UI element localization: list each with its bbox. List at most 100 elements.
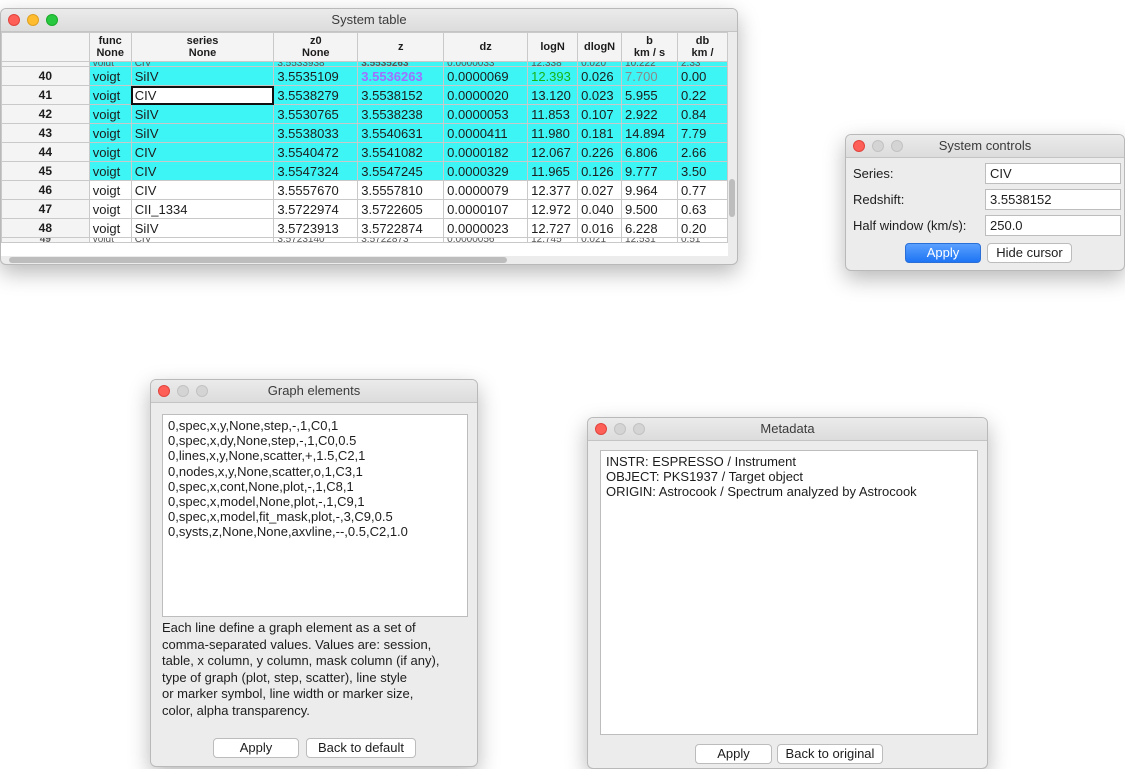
cell-logN[interactable]: 12.377 — [527, 180, 579, 200]
column-header-dz[interactable]: dz — [443, 32, 529, 62]
back-to-original-button[interactable]: Back to original — [777, 744, 883, 764]
cell-logN[interactable]: 12.727 — [527, 218, 579, 238]
cell-logN[interactable]: 11.965 — [527, 161, 579, 181]
cell-db[interactable]: 2.66 — [677, 142, 728, 162]
cell-z0[interactable]: 3.5722974 — [273, 199, 359, 219]
cell-series[interactable]: CIV — [130, 180, 275, 200]
cell-z[interactable]: 3.5722605 — [357, 199, 445, 219]
cell-b[interactable]: 6.228 — [621, 218, 678, 238]
close-icon[interactable] — [853, 140, 865, 152]
redshift-input[interactable] — [985, 189, 1121, 210]
cell-func[interactable]: voigt — [88, 66, 132, 86]
column-header-db[interactable]: db km / — [677, 32, 728, 62]
cell-func[interactable]: voigt — [88, 161, 132, 181]
cell-z0[interactable]: 3.5540472 — [273, 142, 359, 162]
cell-b[interactable]: 14.894 — [621, 123, 678, 143]
cell-logN[interactable]: 11.853 — [527, 104, 579, 124]
cell-db[interactable]: 0.77 — [677, 180, 728, 200]
cell-z0[interactable]: 3.5538033 — [273, 123, 359, 143]
graph-elements-textarea[interactable]: 0,spec,x,y,None,step,-,1,C0,1 0,spec,x,d… — [162, 414, 468, 617]
cell-func[interactable]: voigt — [88, 104, 132, 124]
cell-dlogN[interactable]: 0.026 — [577, 66, 623, 86]
apply-button[interactable]: Apply — [695, 744, 772, 764]
cell-dz[interactable]: 0.0000023 — [443, 218, 529, 238]
row-header[interactable]: 43 — [1, 123, 90, 143]
horizontal-scrollbar[interactable] — [9, 257, 507, 263]
cell-series[interactable]: SiIV — [130, 218, 275, 238]
cell-db[interactable]: 0.00 — [677, 66, 728, 86]
metadata-textarea[interactable]: INSTR: ESPRESSO / Instrument OBJECT: PKS… — [600, 450, 978, 735]
cell-logN[interactable]: 12.067 — [527, 142, 579, 162]
cell-series[interactable]: SiIV — [130, 123, 275, 143]
apply-button[interactable]: Apply — [905, 243, 981, 263]
cell-z0[interactable]: 3.5723913 — [273, 218, 359, 238]
cell-z[interactable]: 3.5536263 — [357, 66, 445, 86]
cell-z[interactable]: 3.5547245 — [357, 161, 445, 181]
table-row[interactable]: 44 voigt CIV 3.5540472 3.5541082 0.00001… — [1, 142, 728, 162]
cell-dz[interactable]: 0.0000079 — [443, 180, 529, 200]
cell-dz[interactable]: 0.0000020 — [443, 85, 529, 105]
column-header-func[interactable]: func None — [88, 32, 132, 62]
column-header-z0[interactable]: z0 None — [273, 32, 359, 62]
cell-b[interactable]: 9.500 — [621, 199, 678, 219]
cell-b[interactable]: 5.955 — [621, 85, 678, 105]
close-icon[interactable] — [595, 423, 607, 435]
series-input[interactable] — [985, 163, 1121, 184]
vertical-scrollbar[interactable] — [729, 179, 735, 217]
cell-z[interactable]: 3.5541082 — [357, 142, 445, 162]
cell-b[interactable]: 2.922 — [621, 104, 678, 124]
cell-db[interactable]: 3.50 — [677, 161, 728, 181]
row-header[interactable]: 42 — [1, 104, 90, 124]
cell-z[interactable]: 3.5538152 — [357, 85, 445, 105]
row-header[interactable]: 44 — [1, 142, 90, 162]
column-header-z[interactable]: z — [357, 32, 445, 62]
row-header[interactable]: 45 — [1, 161, 90, 181]
system-table-grid[interactable]: func None series None z0 None z dz logN dlo… — [1, 32, 728, 256]
table-row-partial-bottom[interactable]: 49 voigt CIV 3.5723140 3.5722873 0.00000… — [1, 237, 728, 243]
minimize-icon[interactable] — [27, 14, 39, 26]
table-row[interactable]: 47 voigt CII_1334 3.5722974 3.5722605 0.… — [1, 199, 728, 219]
cell-z[interactable]: 3.5722874 — [357, 218, 445, 238]
cell-dz[interactable]: 0.0000053 — [443, 104, 529, 124]
cell-db[interactable]: 0.20 — [677, 218, 728, 238]
cell-b[interactable]: 9.964 — [621, 180, 678, 200]
cell-series[interactable]: SiIV — [130, 104, 275, 124]
cell-logN[interactable]: 11.980 — [527, 123, 579, 143]
close-icon[interactable] — [8, 14, 20, 26]
column-header-dlogN[interactable]: dlogN — [577, 32, 623, 62]
row-header[interactable]: 40 — [1, 66, 90, 86]
row-header[interactable]: 48 — [1, 218, 90, 238]
cell-dz[interactable]: 0.0000411 — [443, 123, 529, 143]
cell-z[interactable]: 3.5538238 — [357, 104, 445, 124]
cell-logN[interactable]: 12.972 — [527, 199, 579, 219]
cell-dlogN[interactable]: 0.040 — [577, 199, 623, 219]
cell-b[interactable]: 6.806 — [621, 142, 678, 162]
cell-series[interactable]: CIV — [130, 142, 275, 162]
column-header-b[interactable]: b km / s — [621, 32, 678, 62]
table-row[interactable]: 46 voigt CIV 3.5557670 3.5557810 0.00000… — [1, 180, 728, 200]
cell-b[interactable]: 9.777 — [621, 161, 678, 181]
cell-dz[interactable]: 0.0000069 — [443, 66, 529, 86]
cell-series-current[interactable]: CIV — [130, 85, 275, 105]
hide-cursor-button[interactable]: Hide cursor — [987, 243, 1072, 263]
cell-func[interactable]: voigt — [88, 142, 132, 162]
cell-z0[interactable]: 3.5547324 — [273, 161, 359, 181]
cell-b[interactable]: 7.700 — [621, 66, 678, 86]
cell-dlogN[interactable]: 0.107 — [577, 104, 623, 124]
cell-dlogN[interactable]: 0.023 — [577, 85, 623, 105]
cell-func[interactable]: voigt — [88, 85, 132, 105]
cell-logN[interactable]: 12.393 — [527, 66, 579, 86]
cell-dz[interactable]: 0.0000182 — [443, 142, 529, 162]
table-row[interactable]: 43 voigt SiIV 3.5538033 3.5540631 0.0000… — [1, 123, 728, 143]
cell-z[interactable]: 3.5540631 — [357, 123, 445, 143]
cell-db[interactable]: 0.84 — [677, 104, 728, 124]
table-row[interactable]: 45 voigt CIV 3.5547324 3.5547245 0.00003… — [1, 161, 728, 181]
cell-series[interactable]: CII_1334 — [130, 199, 275, 219]
cell-logN[interactable]: 13.120 — [527, 85, 579, 105]
cell-func[interactable]: voigt — [88, 123, 132, 143]
zoom-icon[interactable] — [46, 14, 58, 26]
cell-dlogN[interactable]: 0.126 — [577, 161, 623, 181]
cell-db[interactable]: 7.79 — [677, 123, 728, 143]
cell-dz[interactable]: 0.0000107 — [443, 199, 529, 219]
cell-dlogN[interactable]: 0.181 — [577, 123, 623, 143]
